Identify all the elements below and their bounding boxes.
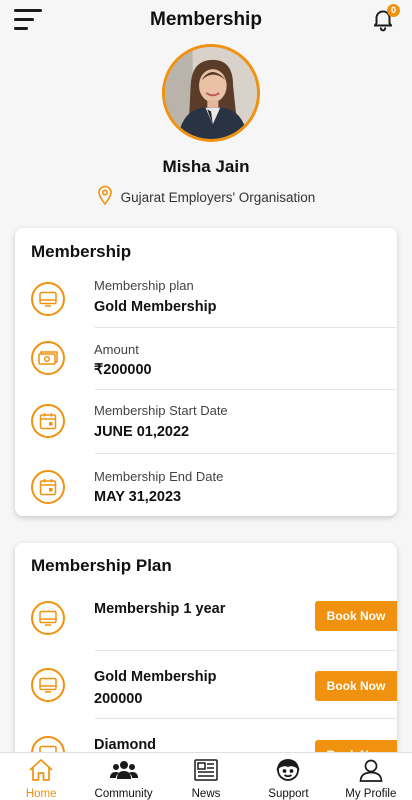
membership-card-icon bbox=[31, 282, 65, 316]
bottom-navigation: Home Community News Support My Profile bbox=[0, 752, 412, 800]
nav-support-label: Support bbox=[268, 788, 309, 800]
end-date-row: Membership End Date MAY 31,2023 bbox=[31, 454, 381, 516]
nav-news[interactable]: News bbox=[165, 753, 247, 800]
nav-support[interactable]: Support bbox=[247, 753, 329, 800]
nav-home-label: Home bbox=[25, 788, 57, 800]
book-now-button[interactable]: Book Now bbox=[315, 671, 397, 701]
plan-name: Membership 1 year bbox=[94, 601, 226, 617]
membership-plan-label: Membership plan bbox=[94, 278, 194, 293]
avatar bbox=[162, 44, 260, 142]
user-name: Misha Jain bbox=[162, 157, 250, 176]
amount-row: Amount ₹200000 bbox=[31, 328, 396, 390]
end-date-label: Membership End Date bbox=[94, 469, 224, 484]
nav-news-label: News bbox=[191, 788, 221, 800]
membership-card: Membership Membership plan Gold Membersh… bbox=[15, 228, 397, 516]
plan-item: Membership 1 year Book Now bbox=[31, 587, 397, 651]
amount-label: Amount bbox=[94, 342, 139, 357]
plan-item: Gold Membership 200000 Book Now bbox=[31, 651, 397, 719]
nav-community[interactable]: Community bbox=[82, 753, 164, 800]
organisation-row: Gujarat Employers' Organisation bbox=[0, 185, 412, 210]
plan-name: Diamond bbox=[94, 737, 157, 753]
amount-value: ₹200000 bbox=[94, 362, 152, 378]
start-date-row: Membership Start Date JUNE 01,2022 bbox=[31, 390, 396, 454]
community-icon bbox=[109, 757, 138, 783]
nav-my-profile-label: My Profile bbox=[345, 788, 397, 800]
calendar-icon bbox=[31, 404, 65, 438]
location-pin-icon bbox=[97, 185, 113, 210]
notification-bell-icon[interactable]: 0 bbox=[370, 4, 400, 32]
page-title: Membership bbox=[150, 9, 262, 30]
top-bar: Membership 0 bbox=[0, 0, 412, 40]
membership-plan-value: Gold Membership bbox=[94, 299, 217, 315]
start-date-value: JUNE 01,2022 bbox=[94, 424, 190, 440]
nav-my-profile[interactable]: My Profile bbox=[330, 753, 412, 800]
membership-card-title: Membership bbox=[31, 242, 132, 261]
profile-icon bbox=[357, 757, 385, 783]
cash-icon bbox=[31, 341, 65, 375]
plan-name: Gold Membership bbox=[94, 669, 217, 685]
end-date-value: MAY 31,2023 bbox=[94, 489, 182, 505]
nav-community-label: Community bbox=[94, 788, 153, 800]
membership-plan-card: Membership Plan Membership 1 year Book N… bbox=[15, 543, 397, 783]
calendar-icon bbox=[31, 470, 65, 504]
membership-card-icon bbox=[31, 601, 65, 635]
membership-card-icon bbox=[31, 668, 65, 702]
home-icon bbox=[27, 757, 55, 783]
start-date-label: Membership Start Date bbox=[94, 403, 228, 418]
plan-price: 200000 bbox=[94, 691, 143, 707]
notification-count-badge: 0 bbox=[387, 4, 400, 17]
organisation-name: Gujarat Employers' Organisation bbox=[120, 190, 316, 205]
nav-home[interactable]: Home bbox=[0, 753, 82, 800]
menu-icon[interactable] bbox=[14, 9, 42, 31]
book-now-button[interactable]: Book Now bbox=[315, 601, 397, 631]
news-icon bbox=[192, 757, 220, 783]
membership-plan-card-title: Membership Plan bbox=[31, 556, 172, 575]
support-icon bbox=[274, 757, 302, 783]
membership-plan-row: Membership plan Gold Membership bbox=[31, 272, 396, 328]
